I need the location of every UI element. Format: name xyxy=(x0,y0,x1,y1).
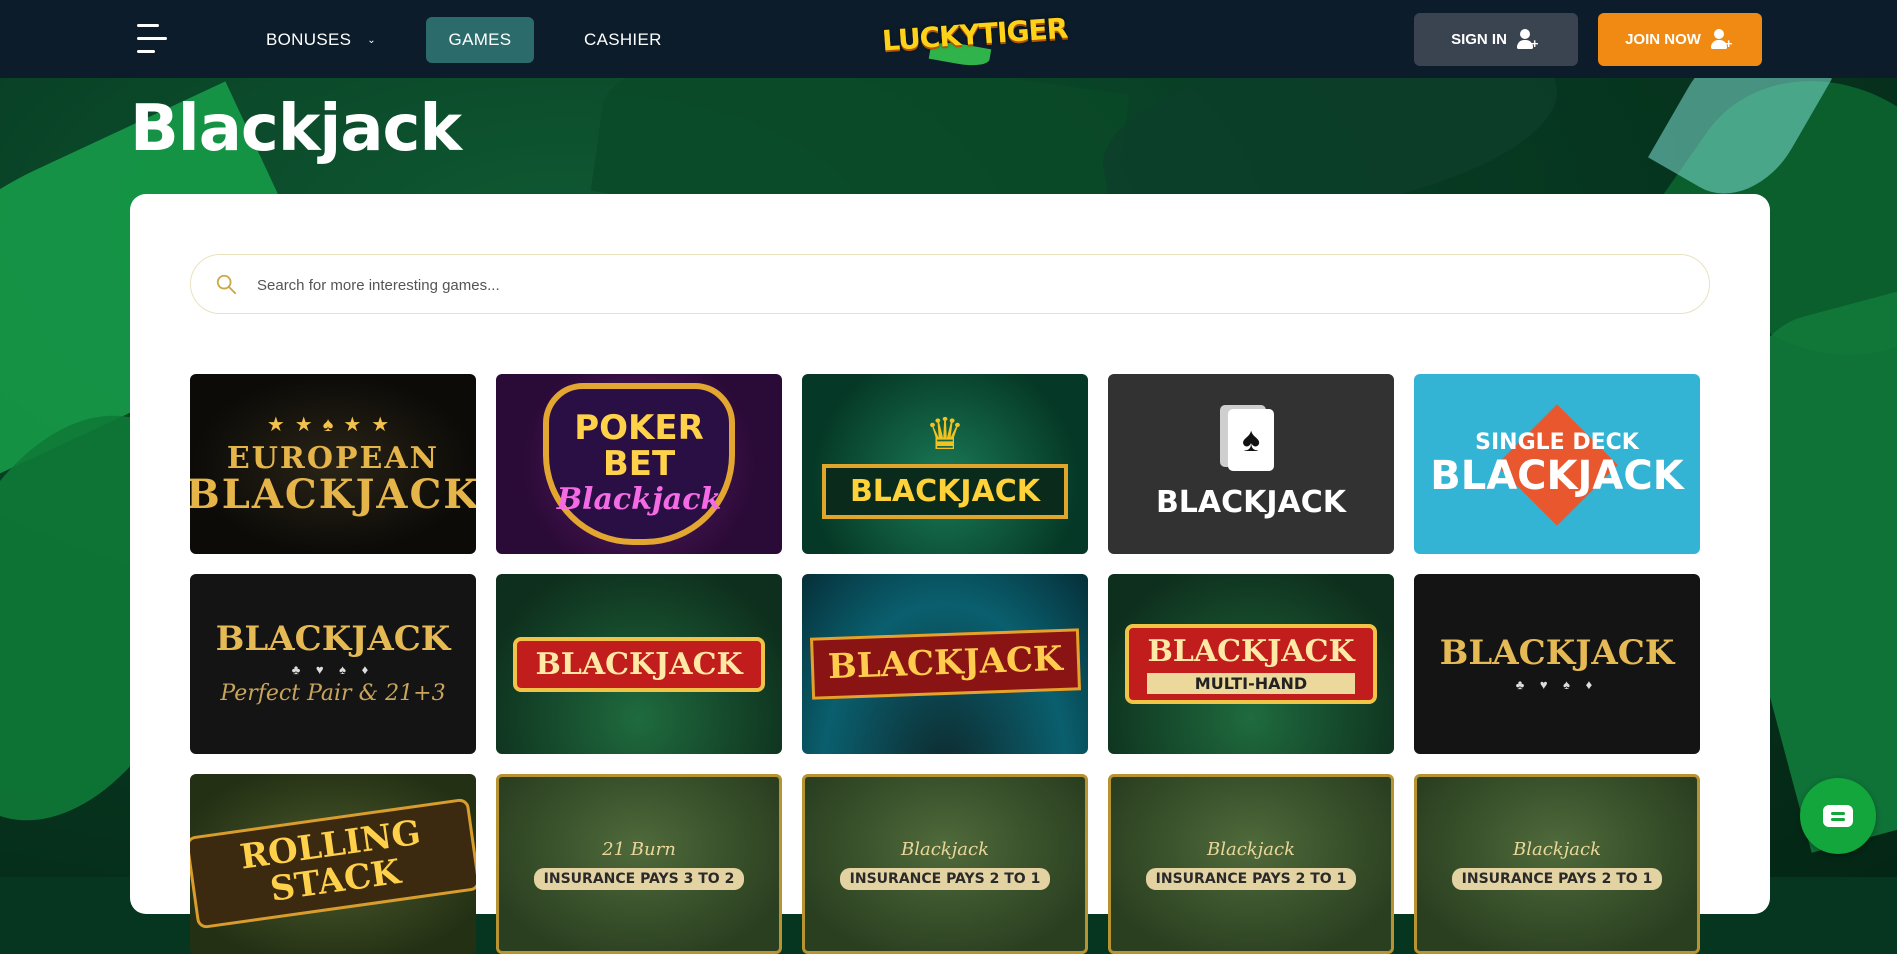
game-tile-european-blackjack[interactable]: ★★♠★★ EUROPEAN BLACKJACK xyxy=(190,374,476,554)
stars-decoration: ★★♠★★ xyxy=(266,413,400,436)
join-now-button[interactable]: JOIN NOW + xyxy=(1598,13,1762,66)
site-header: BONUSES ⌄ GAMES CASHIER LUCKYTIGER SIGN I… xyxy=(0,0,1897,78)
sign-in-label: SIGN IN xyxy=(1451,31,1507,48)
search-icon xyxy=(216,274,237,295)
game-subtitle: INSURANCE PAYS 2 TO 1 xyxy=(839,867,1051,890)
suits-decoration: ♣ ♥ ♠ ♦ xyxy=(1515,677,1599,693)
sign-in-button[interactable]: SIGN IN + xyxy=(1414,13,1578,66)
game-subtitle: MULTI-HAND xyxy=(1147,673,1355,694)
game-tile-rolling-stack[interactable]: ROLLING STACK xyxy=(190,774,476,954)
game-title: BLACKJACK xyxy=(215,619,451,660)
games-panel: ★★♠★★ EUROPEAN BLACKJACK POKER BET Black… xyxy=(130,194,1770,954)
game-tile-21-burn[interactable]: 21 Burn INSURANCE PAYS 3 TO 2 xyxy=(496,774,782,954)
game-title: BLACKJACK xyxy=(809,628,1081,700)
game-subtitle: Perfect Pair & 21+3 xyxy=(220,680,446,706)
nav-games[interactable]: GAMES xyxy=(426,17,534,63)
page-title: Blackjack xyxy=(130,92,462,166)
shield-emblem: POKER BET Blackjack xyxy=(543,383,735,545)
game-title: BLACKJACK xyxy=(513,636,765,692)
chat-icon xyxy=(1823,805,1853,827)
game-title-wrap: BLACKJACK MULTI-HAND xyxy=(1125,624,1377,704)
game-tile-blackjack-perfect-pair[interactable]: BLACKJACK ♣ ♥ ♠ ♦ Perfect Pair & 21+3 xyxy=(190,574,476,754)
game-tile-blackjack-crown[interactable]: ♛ BLACKJACK xyxy=(802,374,1088,554)
game-tile-blackjack-multi-hand[interactable]: BLACKJACK MULTI-HAND xyxy=(1108,574,1394,754)
game-title: BLACKJACK xyxy=(1439,632,1675,673)
game-tile-blackjack-felt-1[interactable]: Blackjack INSURANCE PAYS 2 TO 1 xyxy=(802,774,1088,954)
game-tile-blackjack-teal[interactable]: BLACKJACK xyxy=(802,574,1088,754)
spade-card-icon: ♠ xyxy=(1228,409,1274,472)
game-tile-single-deck-blackjack[interactable]: SINGLE DECK BLACKJACK xyxy=(1414,374,1700,554)
game-title-sub: BLACKJACK xyxy=(190,471,476,519)
game-subtitle: INSURANCE PAYS 2 TO 1 xyxy=(1145,867,1357,890)
add-user-icon: + xyxy=(1710,28,1735,51)
game-title: BLACKJACK xyxy=(1147,634,1355,669)
game-tile-blackjack-table[interactable]: BLACKJACK xyxy=(496,574,782,754)
game-tile-blackjack-classic[interactable]: ♠ BLACKJACK xyxy=(1108,374,1394,554)
nav-cashier-label: CASHIER xyxy=(584,30,662,49)
join-now-label: JOIN NOW xyxy=(1625,31,1701,48)
chat-button[interactable] xyxy=(1800,778,1876,854)
game-title-sub: BET xyxy=(602,443,676,484)
games-grid: ★★♠★★ EUROPEAN BLACKJACK POKER BET Black… xyxy=(190,374,1710,954)
nav-bonuses[interactable]: BONUSES ⌄ xyxy=(266,17,376,63)
game-title-script: Blackjack xyxy=(556,482,722,518)
search-bar xyxy=(190,254,1710,315)
lucky-tiger-logo[interactable]: LUCKYTIGER xyxy=(881,10,1068,70)
game-title: 21 Burn xyxy=(602,838,676,860)
game-subtitle: INSURANCE PAYS 2 TO 1 xyxy=(1451,867,1663,890)
game-tile-poker-bet-blackjack[interactable]: POKER BET Blackjack xyxy=(496,374,782,554)
chevron-down-icon: ⌄ xyxy=(367,35,376,46)
game-title: Blackjack xyxy=(1206,838,1295,860)
menu-icon[interactable] xyxy=(137,24,169,54)
add-user-icon: + xyxy=(1516,28,1541,51)
game-tile-blackjack-gold[interactable]: BLACKJACK ♣ ♥ ♠ ♦ xyxy=(1414,574,1700,754)
game-title: EUROPEAN xyxy=(226,440,440,476)
nav-cashier[interactable]: CASHIER xyxy=(584,17,662,63)
game-tile-blackjack-felt-3[interactable]: Blackjack INSURANCE PAYS 2 TO 1 xyxy=(1414,774,1700,954)
game-title: POKER xyxy=(574,407,704,448)
game-title: ROLLING STACK xyxy=(190,797,476,931)
nav-games-label: GAMES xyxy=(448,30,512,49)
game-title: Blackjack xyxy=(900,838,989,860)
game-title: BLACKJACK xyxy=(1155,485,1347,521)
crown-icon: ♛ xyxy=(925,409,965,459)
game-subtitle: INSURANCE PAYS 3 TO 2 xyxy=(533,867,745,890)
game-title: SINGLE DECK xyxy=(1475,430,1639,456)
game-title: BLACKJACK xyxy=(821,463,1069,520)
logo-text: LUCKYTIGER xyxy=(881,11,1069,58)
game-title-sub: BLACKJACK xyxy=(1430,452,1684,499)
search-input[interactable] xyxy=(255,255,1679,315)
game-tile-blackjack-felt-2[interactable]: Blackjack INSURANCE PAYS 2 TO 1 xyxy=(1108,774,1394,954)
nav-bonuses-label: BONUSES xyxy=(266,30,352,49)
game-title: Blackjack xyxy=(1512,838,1601,860)
suits-decoration: ♣ ♥ ♠ ♦ xyxy=(291,661,375,677)
